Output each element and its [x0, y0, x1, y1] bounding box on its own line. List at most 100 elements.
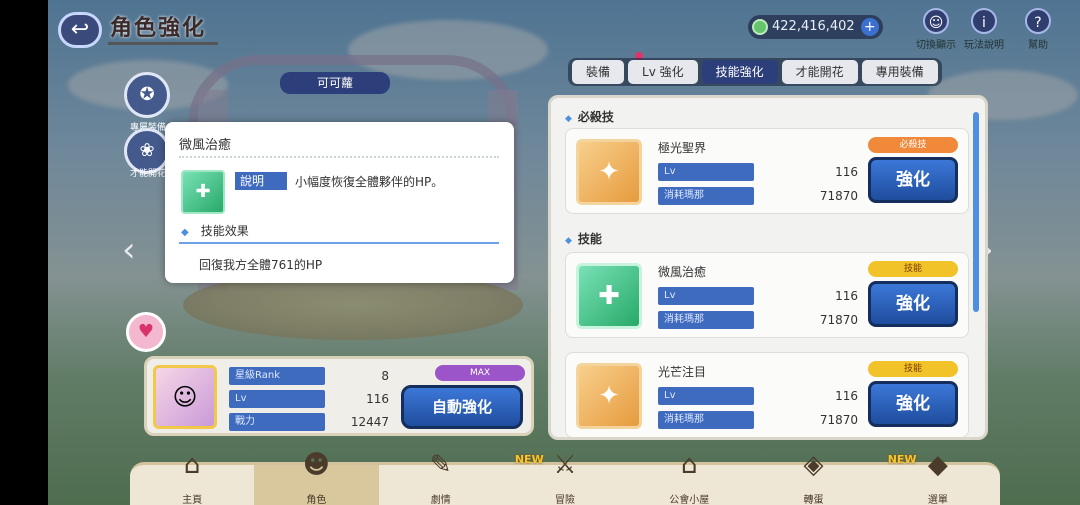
mana-counter: 422,416,402 + — [748, 15, 883, 39]
skill-name: 極光聖界 — [658, 141, 707, 155]
lv-value: 116 — [835, 389, 858, 403]
bottom-navigation: ⌂ 主頁 ☻ 角色 ✎ 劇情 NEW ⚔ 冒險 ⌂ 公會小屋 ◈ 轉蛋 NEW … — [130, 450, 1000, 505]
enhance-button[interactable]: 強化 — [868, 381, 958, 427]
heal-icon: ✚ — [598, 281, 620, 311]
tab-unique-equipment[interactable]: 專用裝備 — [861, 60, 938, 84]
nav-adventure[interactable]: NEW ⚔ 冒險 — [503, 450, 627, 505]
lv-label: Lv — [658, 387, 754, 405]
new-tag: NEW — [514, 453, 544, 466]
skill-type-badge: 技能 — [868, 361, 958, 377]
tab-lv-enhance[interactable]: Lv 強化 — [628, 60, 698, 84]
heart-icon: ♥ — [137, 321, 155, 342]
character-status-panel: ☺ 星級Rank 8 Lv 116 戰力 12447 MAX 自動強化 — [144, 356, 534, 436]
skill-detail-popup[interactable]: 微風治癒 ✚ 說明 小幅度恢復全體夥伴的HP。 ◆ 技能效果 回復我方全體761的… — [165, 122, 514, 283]
love-level-button[interactable]: ♥ — [126, 312, 166, 352]
skill-card-breeze-heal: ✚ 微風治癒 Lv 116 消耗瑪那 71870 技能 強化 — [565, 252, 969, 338]
description-text: 小幅度恢復全體夥伴的HP。 — [295, 175, 444, 189]
skill-icon[interactable]: ✦ — [576, 363, 642, 429]
cost-value: 71870 — [819, 189, 858, 203]
lv-label: Lv — [658, 163, 754, 181]
char-lv-row: Lv 116 — [229, 390, 389, 408]
effect-text: 回復我方全體761的HP — [199, 258, 323, 272]
skill-lv-row: Lv 116 — [658, 163, 858, 181]
skill-cost-row: 消耗瑪那 71870 — [658, 411, 858, 429]
nav-label: 冒險 — [554, 495, 575, 505]
tab-talent-bloom[interactable]: 才能開花 — [781, 60, 858, 84]
skill-name: 光芒注目 — [658, 365, 707, 379]
max-pill: MAX — [435, 365, 525, 381]
medal-icon: ✪ — [139, 84, 155, 105]
nav-label: 轉蛋 — [803, 495, 824, 505]
lv-value: 116 — [835, 165, 858, 179]
skill-card-ultimate: ✦ 極光聖界 Lv 116 消耗瑪那 71870 必殺技 強化 — [565, 128, 969, 214]
lv-label: Lv — [229, 390, 325, 408]
nav-label: 劇情 — [430, 495, 451, 505]
skill-cost-row: 消耗瑪那 71870 — [658, 311, 858, 329]
prev-character-arrow-icon[interactable]: ‹ — [122, 230, 136, 270]
nav-label: 角色 — [306, 495, 327, 505]
power-value: 12447 — [350, 415, 389, 429]
character-portrait[interactable]: ☺ — [153, 365, 217, 429]
toggle-display-label: 切換顯示 — [916, 40, 956, 51]
character-icon: ☻ — [302, 450, 330, 480]
skill-type-badge: 必殺技 — [868, 137, 958, 153]
help-button[interactable]: ? 幫助 — [1010, 8, 1066, 51]
skill-lv-row: Lv 116 — [658, 387, 858, 405]
skill-icon[interactable]: ✦ — [576, 139, 642, 205]
skill-lv-row: Lv 116 — [658, 287, 858, 305]
popup-title: 微風治癒 — [179, 138, 232, 153]
back-arrow-icon: ↩ — [70, 17, 90, 42]
power-row: 戰力 12447 — [229, 413, 389, 431]
info-icon: i — [971, 8, 997, 34]
skill-list-scrollbar[interactable] — [973, 112, 979, 312]
nav-home[interactable]: ⌂ 主頁 — [130, 450, 254, 505]
nav-story[interactable]: ✎ 劇情 — [379, 450, 503, 505]
rank-row: 星級Rank 8 — [229, 367, 389, 385]
mana-coin-icon — [752, 19, 768, 35]
star-icon: ✦ — [598, 381, 620, 411]
effect-heading-text: 技能效果 — [200, 224, 249, 238]
enhance-tabs: 裝備 Lv 強化 技能強化 才能開花 專用裝備 — [568, 58, 942, 86]
enhance-button[interactable]: 強化 — [868, 281, 958, 327]
nav-character[interactable]: ☻ 角色 — [254, 450, 379, 505]
unique-equipment-side-button[interactable]: ✪ — [124, 72, 170, 118]
character-name-banner: 可可蘿 — [280, 72, 390, 94]
nav-gacha[interactable]: ◈ 轉蛋 — [751, 450, 875, 505]
cost-label: 消耗瑪那 — [658, 187, 754, 205]
mana-value: 422,416,402 — [772, 19, 855, 34]
story-icon: ✎ — [429, 450, 452, 480]
lv-label: Lv — [658, 287, 754, 305]
skill-name: 微風治癒 — [658, 265, 707, 279]
star-icon: ✦ — [598, 157, 620, 187]
rank-value: 8 — [381, 369, 389, 383]
tab-equipment[interactable]: 裝備 — [572, 60, 625, 84]
cost-value: 71870 — [819, 313, 858, 327]
home-icon: ⌂ — [183, 450, 201, 480]
rank-label: 星級Rank — [229, 367, 325, 385]
cost-label: 消耗瑪那 — [658, 311, 754, 329]
guild-house-icon: ⌂ — [681, 450, 698, 480]
add-mana-button[interactable]: + — [860, 18, 879, 36]
nav-menu[interactable]: NEW ◆ 選單 — [876, 450, 1000, 505]
ultimate-section-heading: 必殺技 — [565, 108, 614, 125]
cost-label: 消耗瑪那 — [658, 411, 754, 429]
description-label: 說明 — [235, 172, 287, 190]
enhance-button[interactable]: 強化 — [868, 157, 958, 203]
nav-guild-house[interactable]: ⌂ 公會小屋 — [627, 450, 751, 505]
auto-enhance-button[interactable]: 自動強化 — [401, 385, 523, 429]
power-label: 戰力 — [229, 413, 325, 431]
skill-list-panel: 必殺技 ✦ 極光聖界 Lv 116 消耗瑪那 71870 必殺技 強化 技能 ✚… — [548, 95, 988, 440]
nav-label: 選單 — [927, 495, 948, 505]
skill-cost-row: 消耗瑪那 71870 — [658, 187, 858, 205]
effect-heading: ◆ 技能效果 — [181, 222, 249, 239]
page-title: 角色強化 — [110, 16, 207, 41]
lv-value: 116 — [366, 392, 389, 406]
how-to-play-label: 玩法說明 — [964, 40, 1004, 51]
skill-icon[interactable]: ✚ — [576, 263, 642, 329]
game-screen: ↩ 角色強化 422,416,402 + ☺ 切換顯示 i 玩法說明 ? 幫助 … — [48, 0, 1080, 505]
menu-icon: ◆ — [927, 450, 948, 480]
back-button[interactable]: ↩ — [58, 12, 102, 48]
how-to-play-button[interactable]: i 玩法說明 — [956, 8, 1012, 51]
lv-value: 116 — [835, 289, 858, 303]
tab-skill-enhance[interactable]: 技能強化 — [701, 60, 778, 84]
